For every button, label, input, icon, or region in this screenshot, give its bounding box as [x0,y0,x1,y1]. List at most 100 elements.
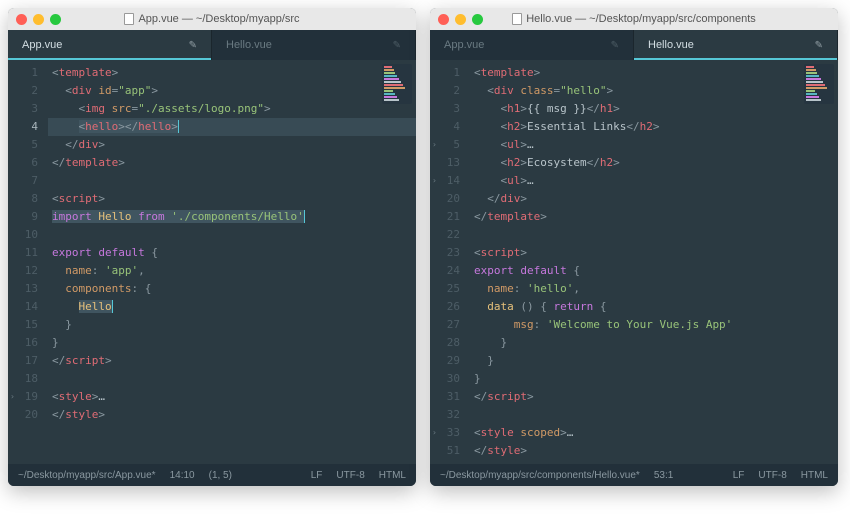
code-line[interactable]: name: 'hello', [470,280,838,298]
titlebar[interactable]: Hello.vue — ~/Desktop/myapp/src/componen… [430,8,838,30]
line-number[interactable]: 9 [8,208,48,226]
code-line[interactable]: <script> [48,190,416,208]
code-line[interactable]: export default { [470,262,838,280]
line-number[interactable]: 32 [430,406,470,424]
line-number[interactable]: 31 [430,388,470,406]
line-number[interactable]: 51 [430,442,470,460]
line-number[interactable]: 13 [430,154,470,172]
line-number[interactable]: 27 [430,316,470,334]
line-number[interactable]: 28 [430,334,470,352]
code-line[interactable]: export default { [48,244,416,262]
code-line[interactable]: import Hello from './components/Hello' [48,208,416,226]
line-number[interactable]: 2 [8,82,48,100]
line-number[interactable]: 19› [8,388,48,406]
tab-app-vue[interactable]: App.vue ✎ [430,30,634,60]
code-line[interactable]: </div> [470,190,838,208]
minimize-icon[interactable] [33,14,44,25]
code-line[interactable]: } [48,316,416,334]
line-number[interactable]: 2 [430,82,470,100]
code-line[interactable]: <h2>Essential Links</h2> [470,118,838,136]
code-line[interactable]: </script> [470,388,838,406]
line-number[interactable]: 33› [430,424,470,442]
code-line[interactable]: msg: 'Welcome to Your Vue.js App' [470,316,838,334]
line-number[interactable]: 14 [8,298,48,316]
line-number[interactable]: 13 [8,280,48,298]
line-gutter[interactable]: 12345678910111213141516171819›20 [8,60,48,464]
code-line[interactable] [48,370,416,388]
code-line[interactable] [48,172,416,190]
code-line[interactable]: Hello [48,298,416,316]
line-number[interactable]: 17 [8,352,48,370]
status-eol[interactable]: LF [311,470,323,481]
code-line[interactable]: <h2>Ecosystem</h2> [470,154,838,172]
code-line[interactable] [470,226,838,244]
code-line[interactable]: <div class="hello"> [470,82,838,100]
code-editor[interactable]: 12345›1314›2021222324252627282930313233›… [430,60,838,464]
code-line[interactable]: <template> [48,64,416,82]
line-number[interactable]: 1 [8,64,48,82]
line-gutter[interactable]: 12345›1314›2021222324252627282930313233›… [430,60,470,464]
line-number[interactable]: 3 [8,100,48,118]
status-path[interactable]: ~/Desktop/myapp/src/App.vue* [18,470,156,481]
line-number[interactable]: 26 [430,298,470,316]
code-line[interactable]: </style> [48,406,416,424]
code-line[interactable]: <ul>… [470,136,838,154]
minimap[interactable] [804,64,834,104]
line-number[interactable]: 10 [8,226,48,244]
status-enc[interactable]: UTF-8 [758,470,786,481]
line-number[interactable]: 6 [8,154,48,172]
code-line[interactable]: <template> [470,64,838,82]
code-line[interactable]: } [470,370,838,388]
code-area[interactable]: <template> <div class="hello"> <h1>{{ ms… [470,60,838,464]
tab-hello-vue[interactable]: Hello.vue ✎ [212,30,416,60]
line-number[interactable]: 18 [8,370,48,388]
line-number[interactable]: 4 [430,118,470,136]
code-line[interactable]: <ul>… [470,172,838,190]
line-number[interactable]: 24 [430,262,470,280]
line-number[interactable]: 3 [430,100,470,118]
line-number[interactable]: 12 [8,262,48,280]
line-number[interactable]: 4 [8,118,48,136]
minimap[interactable] [382,64,412,104]
line-number[interactable]: 1 [430,64,470,82]
line-number[interactable]: 25 [430,280,470,298]
code-line[interactable]: <script> [470,244,838,262]
code-line[interactable]: } [48,334,416,352]
line-number[interactable]: 14› [430,172,470,190]
code-area[interactable]: <template> <div id="app"> <img src="./as… [48,60,416,464]
tab-hello-vue[interactable]: Hello.vue ✎ [634,30,838,60]
status-eol[interactable]: LF [733,470,745,481]
close-icon[interactable] [16,14,27,25]
line-number[interactable]: 16 [8,334,48,352]
status-lang[interactable]: HTML [379,470,406,481]
code-line[interactable]: <hello></hello> [48,118,416,136]
line-number[interactable]: 5› [430,136,470,154]
line-number[interactable]: 30 [430,370,470,388]
fold-icon[interactable]: › [10,388,15,406]
code-line[interactable]: data () { return { [470,298,838,316]
line-number[interactable]: 29 [430,352,470,370]
code-line[interactable]: <style scoped>… [470,424,838,442]
code-line[interactable]: } [470,352,838,370]
line-number[interactable]: 20 [8,406,48,424]
zoom-icon[interactable] [50,14,61,25]
code-line[interactable] [470,406,838,424]
code-line[interactable]: </style> [470,442,838,460]
fold-icon[interactable]: › [432,136,437,154]
code-line[interactable]: } [470,334,838,352]
zoom-icon[interactable] [472,14,483,25]
code-line[interactable]: <h1>{{ msg }}</h1> [470,100,838,118]
code-line[interactable]: name: 'app', [48,262,416,280]
line-number[interactable]: 8 [8,190,48,208]
fold-icon[interactable]: › [432,424,437,442]
tab-app-vue[interactable]: App.vue ✎ [8,30,212,60]
status-pos[interactable]: (1, 5) [209,470,232,481]
line-number[interactable]: 23 [430,244,470,262]
fold-icon[interactable]: › [432,172,437,190]
line-number[interactable]: 20 [430,190,470,208]
code-line[interactable]: </template> [48,154,416,172]
line-number[interactable]: 11 [8,244,48,262]
minimize-icon[interactable] [455,14,466,25]
line-number[interactable]: 15 [8,316,48,334]
code-line[interactable] [48,226,416,244]
